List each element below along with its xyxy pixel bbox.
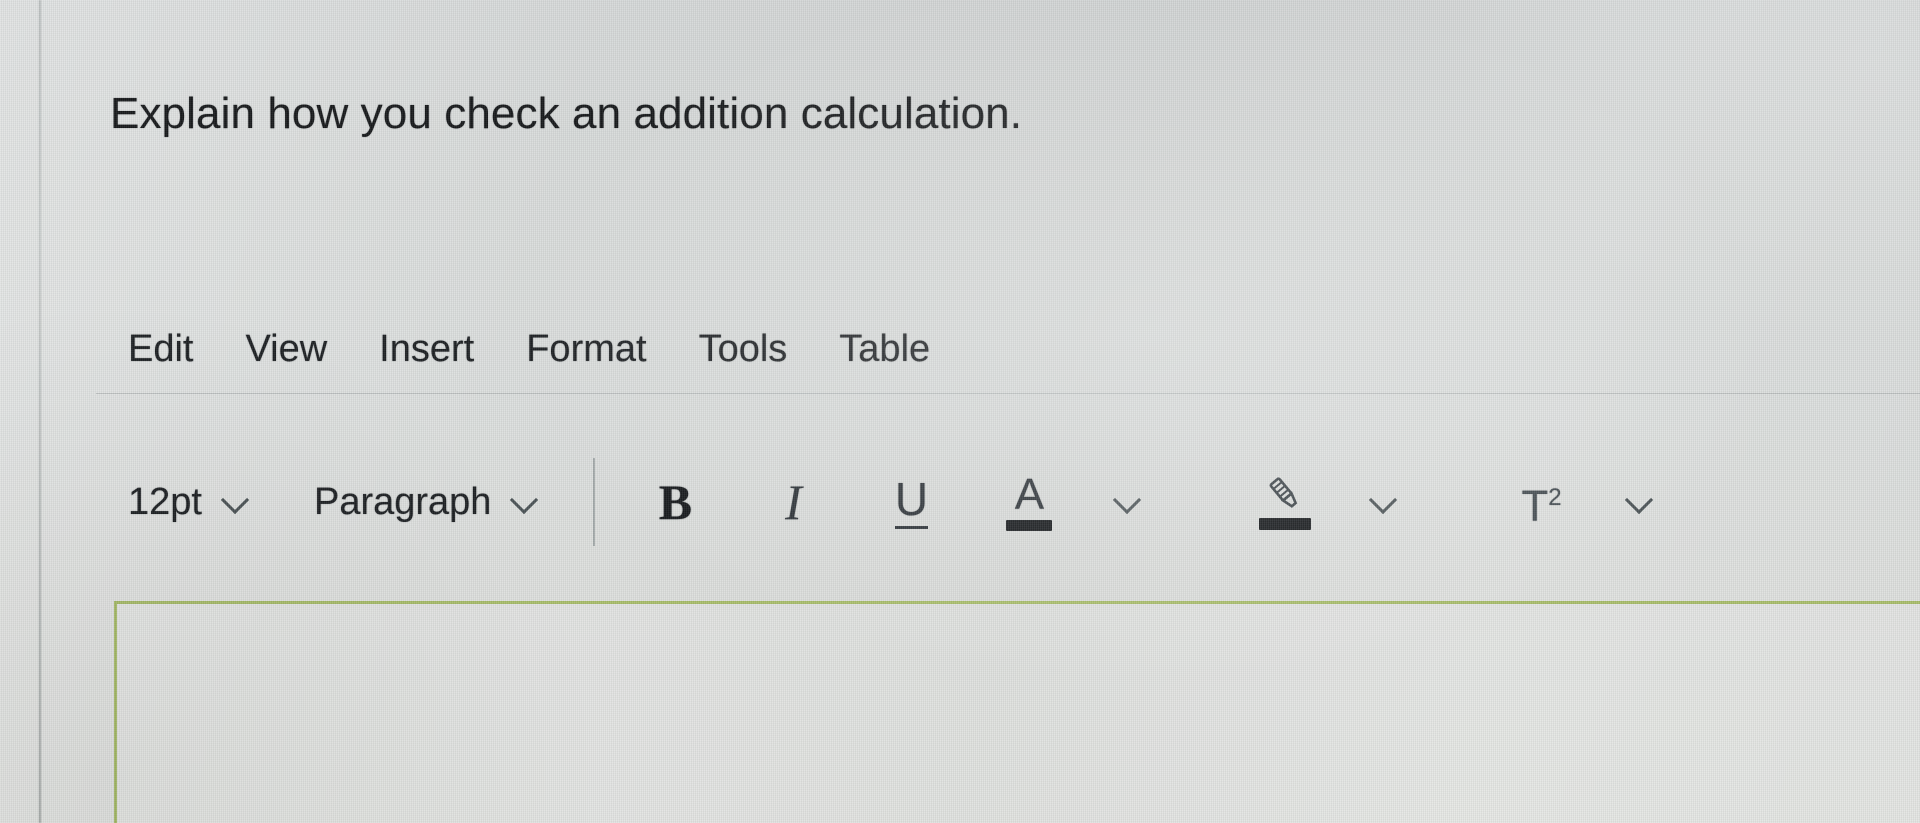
highlight-button[interactable] <box>1249 462 1321 542</box>
menubar-divider <box>96 393 1920 394</box>
screen-photo: Explain how you check an addition calcul… <box>0 0 1920 823</box>
chevron-down-icon <box>1114 487 1144 517</box>
editor-toolbar: 12pt Paragraph B I U A T2 <box>128 448 1677 556</box>
answer-text-area[interactable] <box>114 601 1920 823</box>
underline-button[interactable]: U <box>875 462 947 542</box>
bold-icon: B <box>658 474 693 530</box>
menu-item-edit[interactable]: Edit <box>128 325 219 373</box>
superscript-icon: T2 <box>1521 476 1561 529</box>
quiz-question-editor: Explain how you check an addition calcul… <box>0 0 1920 823</box>
text-color-button[interactable]: A <box>993 462 1065 542</box>
toolbar-divider <box>593 458 596 546</box>
highlighter-pen-icon <box>1259 475 1312 530</box>
superscript-button[interactable]: T2 <box>1505 462 1577 542</box>
highlight-color-swatch <box>1259 517 1312 530</box>
menu-item-format[interactable]: Format <box>500 325 672 373</box>
chevron-down-icon <box>1626 487 1656 517</box>
text-color-swatch <box>1006 519 1053 531</box>
superscript-base: T <box>1521 481 1549 531</box>
block-format-value: Paragraph <box>313 481 492 523</box>
text-color-letter: A <box>1014 469 1045 519</box>
italic-icon: I <box>785 474 802 530</box>
editor-menubar: Edit View Insert Format Tools Table <box>128 325 956 373</box>
page-title: Explain how you check an addition calcul… <box>110 89 1023 138</box>
superscript-exponent: 2 <box>1548 483 1562 511</box>
chevron-down-icon <box>511 487 541 517</box>
highlight-dropdown-button[interactable] <box>1349 462 1421 542</box>
block-format-dropdown[interactable]: Paragraph <box>314 479 541 525</box>
bold-button[interactable]: B <box>639 462 711 542</box>
menu-item-view[interactable]: View <box>219 325 353 373</box>
underline-icon: U <box>894 475 929 529</box>
menu-item-insert[interactable]: Insert <box>353 325 500 373</box>
font-size-value: 12pt <box>128 481 202 523</box>
menu-item-tools[interactable]: Tools <box>673 325 814 373</box>
italic-button[interactable]: I <box>757 462 829 542</box>
text-color-icon: A <box>1006 469 1053 531</box>
menu-item-table[interactable]: Table <box>813 325 956 373</box>
superscript-dropdown-button[interactable] <box>1605 462 1677 542</box>
chevron-down-icon <box>222 487 252 517</box>
font-size-dropdown[interactable]: 12pt <box>128 479 252 525</box>
panel-edge-seam <box>39 0 41 823</box>
chevron-down-icon <box>1370 487 1400 517</box>
text-color-dropdown-button[interactable] <box>1093 462 1165 542</box>
